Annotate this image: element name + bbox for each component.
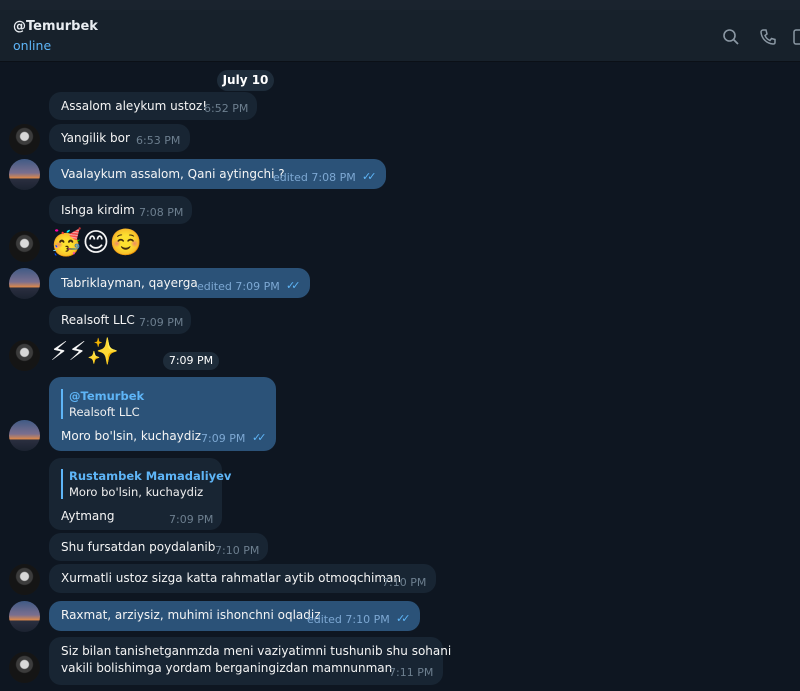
message-bubble[interactable]: Shu fursatdan poydalanib 7:10 PM bbox=[49, 533, 268, 561]
message-time: edited 7:10 PM bbox=[307, 613, 390, 626]
avatar[interactable] bbox=[9, 420, 40, 451]
reply-author: Rustambek Mamadaliyev bbox=[69, 469, 232, 483]
message-text-line2: vakili bolishimga yordam berganingizdan … bbox=[61, 661, 393, 675]
avatar[interactable] bbox=[9, 340, 40, 371]
message-bubble[interactable]: Raxmat, arziysiz, muhimi ishonchni oqlad… bbox=[49, 601, 420, 631]
message-text: Raxmat, arziysiz, muhimi ishonchni oqlad… bbox=[61, 608, 321, 622]
avatar[interactable] bbox=[9, 231, 40, 262]
message-time: edited 7:08 PM bbox=[273, 171, 356, 184]
message-time: 7:10 PM bbox=[382, 576, 427, 589]
chat-title[interactable]: @Temurbek bbox=[13, 19, 98, 34]
message-text: Xurmatli ustoz sizga katta rahmatlar ayt… bbox=[61, 571, 402, 585]
message-time: 6:53 PM bbox=[136, 134, 181, 147]
message-text: Vaalaykum assalom, Qani aytingchi ? bbox=[61, 167, 285, 181]
chat-header[interactable]: @Temurbek online bbox=[0, 10, 800, 62]
avatar[interactable] bbox=[9, 124, 40, 155]
message-time: 7:09 PM bbox=[139, 316, 184, 329]
phone-icon[interactable] bbox=[759, 28, 777, 46]
message-bubble[interactable]: Siz bilan tanishetganmzda meni vaziyatim… bbox=[49, 637, 451, 685]
message-text: Ishga kirdim bbox=[61, 203, 135, 217]
message-time: 7:11 PM bbox=[389, 666, 434, 679]
reply-author: @Temurbek bbox=[69, 389, 145, 403]
message-bubble[interactable]: Realsoft LLC 7:09 PM bbox=[49, 306, 191, 334]
emoji-message[interactable]: 🥳😊☺️ bbox=[50, 228, 142, 258]
message-text: Realsoft LLC bbox=[61, 313, 135, 327]
search-icon[interactable] bbox=[722, 28, 740, 46]
avatar[interactable] bbox=[9, 601, 40, 632]
message-bubble[interactable]: @Temurbek Realsoft LLC Moro bo'lsin, kuc… bbox=[49, 377, 276, 451]
avatar[interactable] bbox=[9, 564, 40, 595]
message-time: edited 7:09 PM bbox=[197, 280, 280, 293]
avatar[interactable] bbox=[9, 159, 40, 190]
message-bubble[interactable]: Rustambek Mamadaliyev Moro bo'lsin, kuch… bbox=[49, 458, 231, 530]
message-text: Shu fursatdan poydalanib bbox=[61, 540, 216, 554]
message-time: 7:10 PM bbox=[215, 544, 260, 557]
date-separator: July 10 bbox=[217, 70, 274, 91]
message-time: 7:09 PM bbox=[201, 432, 246, 445]
message-text: Moro bo'lsin, kuchaydiz bbox=[61, 429, 202, 443]
read-ticks-icon: ✓✓ bbox=[396, 612, 411, 625]
message-bubble[interactable]: Assalom aleykum ustoz! 6:52 PM bbox=[49, 92, 257, 120]
message-text: Tabriklayman, qayerga bbox=[61, 276, 198, 290]
reply-quote[interactable]: Rustambek Mamadaliyev Moro bo'lsin, kuch… bbox=[61, 469, 231, 499]
read-ticks-icon: ✓✓ bbox=[362, 170, 377, 183]
message-bubble[interactable]: Yangilik bor 6:53 PM bbox=[49, 124, 190, 152]
chat-status: online bbox=[13, 38, 52, 53]
read-ticks-icon: ✓✓ bbox=[286, 279, 301, 292]
emoji-message[interactable]: ⚡⚡✨ bbox=[50, 337, 119, 367]
message-time: 6:52 PM bbox=[204, 102, 249, 115]
reply-text: Realsoft LLC bbox=[69, 405, 140, 419]
avatar[interactable] bbox=[9, 652, 40, 683]
sidebar-icon[interactable] bbox=[792, 28, 800, 46]
message-text: Assalom aleykum ustoz! bbox=[61, 99, 208, 113]
message-bubble[interactable]: Vaalaykum assalom, Qani aytingchi ? edit… bbox=[49, 159, 386, 189]
message-text: Siz bilan tanishetganmzda meni vaziyatim… bbox=[61, 644, 452, 658]
message-time: 7:09 PM bbox=[163, 352, 219, 370]
reply-quote[interactable]: @Temurbek Realsoft LLC bbox=[61, 389, 144, 419]
message-bubble[interactable]: Ishga kirdim 7:08 PM bbox=[49, 196, 192, 224]
message-bubble[interactable]: Xurmatli ustoz sizga katta rahmatlar ayt… bbox=[49, 564, 436, 593]
message-time: 7:09 PM bbox=[169, 513, 214, 526]
message-time: 7:08 PM bbox=[139, 206, 184, 219]
message-text: Yangilik bor bbox=[61, 131, 130, 145]
message-bubble[interactable]: Tabriklayman, qayerga edited 7:09 PM ✓✓ bbox=[49, 268, 310, 298]
message-text: Aytmang bbox=[61, 509, 115, 523]
avatar[interactable] bbox=[9, 268, 40, 299]
window-top-strip bbox=[0, 0, 800, 10]
read-ticks-icon: ✓✓ bbox=[252, 431, 267, 444]
reply-text: Moro bo'lsin, kuchaydiz bbox=[69, 485, 204, 499]
